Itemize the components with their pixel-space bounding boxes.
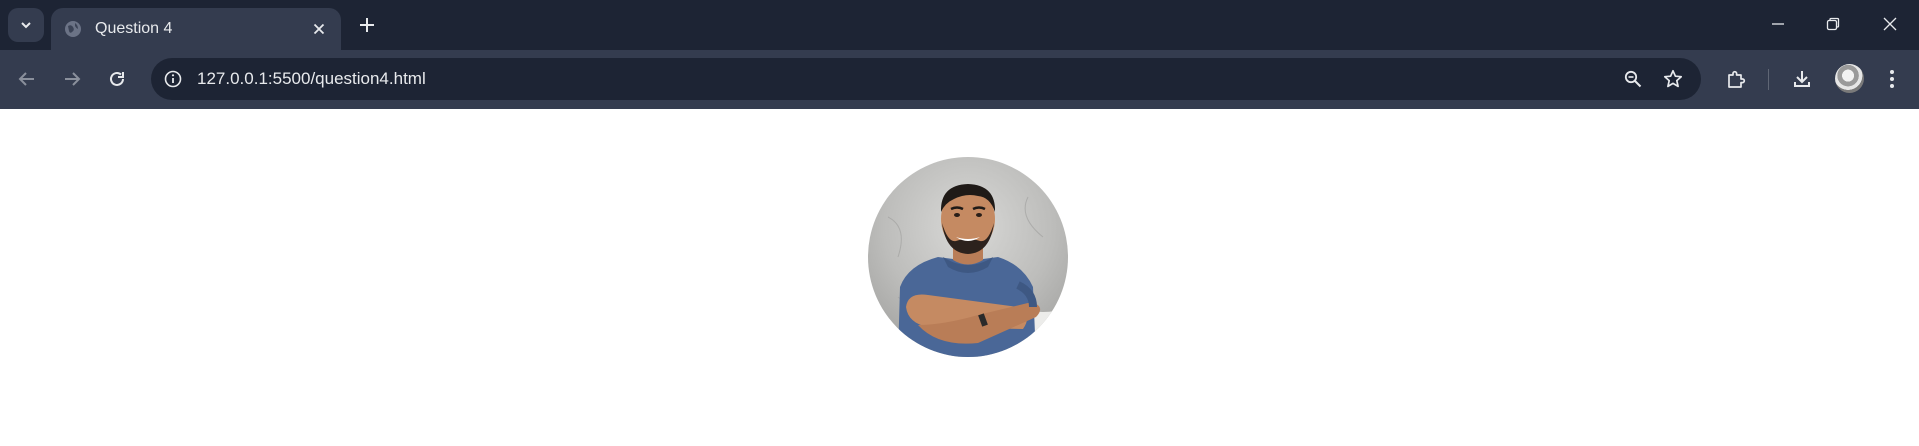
zoom-icon <box>1624 70 1642 88</box>
minimize-icon <box>1772 23 1784 25</box>
back-button[interactable] <box>11 63 43 95</box>
globe-icon <box>65 21 81 37</box>
restore-icon <box>1826 17 1840 31</box>
url-text[interactable]: 127.0.0.1:5500/question4.html <box>197 69 1617 89</box>
reload-icon <box>110 71 124 86</box>
forward-button[interactable] <box>56 63 88 95</box>
profile-image <box>868 157 1068 357</box>
address-bar[interactable]: 127.0.0.1:5500/question4.html <box>151 58 1701 100</box>
forward-icon <box>65 72 81 86</box>
tab-close-button[interactable] <box>305 15 333 43</box>
toolbar: 127.0.0.1:5500/question4.html <box>0 50 1919 109</box>
page-content <box>0 109 1919 446</box>
download-icon <box>1794 71 1810 87</box>
zoom-button[interactable] <box>1617 63 1649 95</box>
tab-active[interactable]: Question 4 <box>51 8 341 50</box>
menu-button[interactable] <box>1876 63 1908 95</box>
tab-search-button[interactable] <box>8 8 44 42</box>
bookmark-button[interactable] <box>1657 63 1689 95</box>
new-tab-button[interactable] <box>353 11 381 39</box>
profile-avatar[interactable] <box>1835 64 1864 93</box>
menu-icon <box>1890 70 1894 88</box>
plus-icon <box>360 18 374 32</box>
close-window-button[interactable] <box>1868 6 1912 42</box>
chevron-down-icon <box>21 22 31 29</box>
extensions-button[interactable] <box>1720 63 1752 95</box>
reload-button[interactable] <box>101 63 133 95</box>
downloads-button[interactable] <box>1786 63 1818 95</box>
info-icon <box>164 70 182 88</box>
restore-button[interactable] <box>1811 6 1855 42</box>
minimize-button[interactable] <box>1756 6 1800 42</box>
tab-title: Question 4 <box>95 20 173 37</box>
extensions-icon <box>1728 70 1746 88</box>
tab-strip: Question 4 <box>0 0 1919 50</box>
browser-chrome: Question 4 127.0.0.1:5500/question4.html <box>0 0 1919 109</box>
back-icon <box>18 72 34 86</box>
site-info-button[interactable] <box>159 65 187 93</box>
close-icon <box>313 23 325 35</box>
close-icon <box>1883 17 1897 31</box>
toolbar-divider <box>1768 69 1769 90</box>
star-icon <box>1663 69 1683 88</box>
